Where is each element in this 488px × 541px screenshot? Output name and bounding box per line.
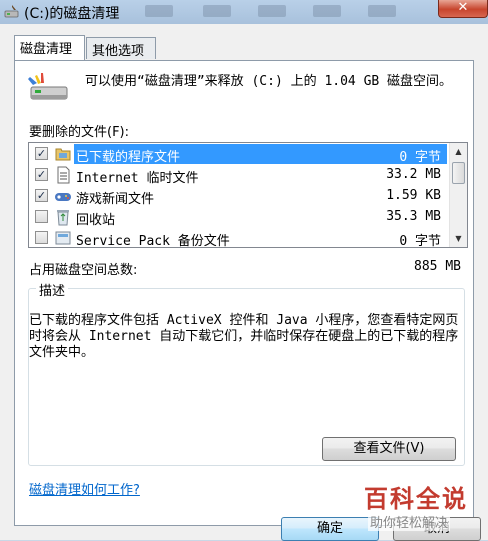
file-size: 35.3 MB [386,209,441,224]
checkbox[interactable]: ✓ [35,147,48,160]
scroll-thumb[interactable] [452,162,465,184]
file-name: 回收站 [76,213,116,228]
file-name: Internet 临时文件 [76,171,199,186]
watermark-sub: 助你轻松解决 [368,512,451,531]
file-size: 0 字节 [399,234,441,248]
tab-panel: 可以使用“磁盘清理”来释放 (C:) 上的 1.04 GB 磁盘空间。 要删除的… [14,60,474,526]
list-item-highlight: Internet 临时文件 33.2 MB [74,165,447,186]
dialog-body: 磁盘清理 其他选项 可以使用“磁盘清理”来释放 (C:) 上的 1.04 GB … [0,24,488,541]
tab-more-options[interactable]: 其他选项 [86,37,156,59]
background-menu-blur [145,5,173,17]
intro-text: 可以使用“磁盘清理”来释放 (C:) 上的 1.04 GB 磁盘空间。 [85,74,453,89]
list-item[interactable]: 回收站 35.3 MB [29,207,449,228]
tab-label: 磁盘清理 [20,42,73,57]
background-menu-blur [313,5,341,17]
folder-icon [54,145,72,163]
help-link[interactable]: 磁盘清理如何工作? [29,479,140,498]
total-space-label: 占用磁盘空间总数: [29,263,138,278]
file-name: 游戏新闻文件 [76,192,155,207]
checkbox[interactable] [35,231,48,244]
file-size: 33.2 MB [386,167,441,182]
tab-disk-cleanup[interactable]: 磁盘清理 [14,35,85,60]
disk-cleanup-icon [4,4,20,24]
document-icon [54,166,72,184]
file-name: 已下载的程序文件 [76,150,181,165]
list-item-highlight: 回收站 35.3 MB [74,207,447,228]
drive-cleanup-icon [27,71,71,109]
list-scrollbar[interactable]: ▲ ▼ [449,143,467,247]
list-item[interactable]: ✓ 游戏新闻文件 1.59 KB [29,186,449,207]
file-size: 1.59 KB [386,188,441,203]
watermark-logo: 百科全说 助你轻松解决 [356,476,488,540]
checkbox[interactable]: ✓ [35,189,48,202]
window-title: (C:)的磁盘清理 [24,6,120,22]
close-button[interactable]: ✕ [438,0,488,18]
total-space-value: 885 MB [414,259,461,274]
watermark-main: 百科全说 [364,485,468,513]
list-item[interactable]: ✓ 已下载的程序文件 0 字节 [29,144,449,165]
checkbox[interactable] [35,210,48,223]
checkbox[interactable]: ✓ [35,168,48,181]
list-item-highlight: 游戏新闻文件 1.59 KB [74,186,447,207]
list-item-highlight: Service Pack 备份文件 0 字节 [74,228,447,248]
background-menu-blur [258,5,286,17]
description-legend: 描述 [36,280,69,299]
tab-label: 其他选项 [92,44,145,59]
description-group: 描述 已下载的程序文件包括 ActiveX 控件和 Java 小程序，您查看特定… [28,280,465,466]
background-menu-blur [203,5,231,17]
recycle-bin-icon [54,208,72,226]
scroll-down-icon[interactable]: ▼ [450,230,467,247]
game-controller-icon [54,187,72,205]
close-icon: ✕ [457,0,469,15]
backup-icon [54,229,72,247]
file-list[interactable]: ✓ 已下载的程序文件 0 字节 ✓ Internet 临时文件 33.2 MB … [28,142,468,248]
file-name: Service Pack 备份文件 [76,234,230,248]
file-size: 0 字节 [399,150,441,165]
list-item-highlight: 已下载的程序文件 0 字节 [74,144,447,165]
list-item[interactable]: ✓ Internet 临时文件 33.2 MB [29,165,449,186]
scroll-up-icon[interactable]: ▲ [450,143,467,160]
title-bar[interactable]: (C:)的磁盘清理 ✕ [0,0,488,24]
files-to-delete-label: 要删除的文件(F): [29,125,130,140]
view-files-button[interactable]: 查看文件(V) [322,437,456,461]
list-item[interactable]: Service Pack 备份文件 0 字节 [29,228,449,248]
background-menu-blur [368,5,396,17]
description-text: 已下载的程序文件包括 ActiveX 控件和 Java 小程序，您查看特定网页时… [29,313,459,360]
